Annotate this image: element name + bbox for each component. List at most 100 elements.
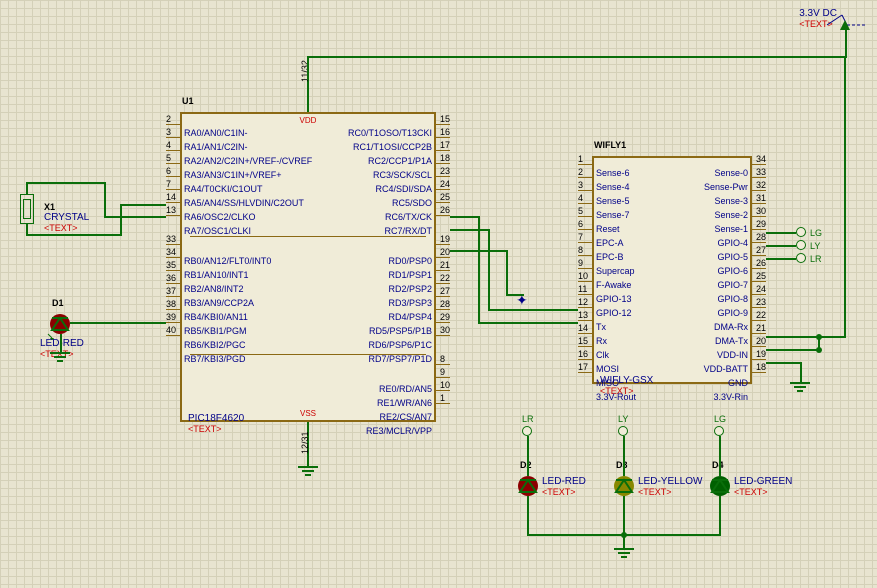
wifly-pin-name: Supercap xyxy=(596,266,635,276)
wifly-pin-name: Tx xyxy=(596,322,606,332)
wifly-left-pins: Sense-6Sense-4Sense-5Sense-7ResetEPC-AEP… xyxy=(596,166,636,404)
u1-pin-name: RA2/AN2/C2IN+/VREF-/CVREF xyxy=(184,156,312,166)
wifly-pin-name: GPIO-7 xyxy=(717,280,748,290)
wifly-pin-name: Sense-4 xyxy=(596,182,630,192)
wifly-pin-name: MISO xyxy=(596,378,619,388)
wifly-pin-name: EPC-A xyxy=(596,238,624,248)
lr-terminal-bottom[interactable] xyxy=(522,426,532,436)
wifly-pin-name: F-Awake xyxy=(596,280,631,290)
u1-part: PIC18F4620 xyxy=(188,413,244,424)
wifly-pin-name: Rx xyxy=(596,336,607,346)
wifly-pin-name: Clk xyxy=(596,350,609,360)
u1-pin-name: RA1/AN1/C2IN- xyxy=(184,142,248,152)
u1-pin-name: RC7/RX/DT xyxy=(384,226,432,236)
wifly-gnd xyxy=(790,382,810,392)
d2-text: <TEXT> xyxy=(542,487,586,497)
u1-pin-name: RA4/T0CKI/C1OUT xyxy=(184,184,263,194)
u1-pin-name: RB1/AN10/INT1 xyxy=(184,270,249,280)
u1-pin-name: RE3/MCLR/VPP xyxy=(366,426,432,436)
u1-pin-name: RC1/T1OSI/CCP2B xyxy=(353,142,432,152)
u1-pin-name: RD7/PSP7/P1D xyxy=(368,354,432,364)
u1-gnd xyxy=(298,454,318,476)
lr-label: LR xyxy=(810,254,822,264)
u1-pin-name: RB6/KBI2/PGC xyxy=(184,340,246,350)
wifly-right-pins: Sense-0Sense-PwrSense-3Sense-2Sense-1GPI… xyxy=(704,166,748,404)
wifly-pin-name: GPIO-8 xyxy=(717,294,748,304)
d2-part: LED-RED xyxy=(542,476,586,487)
d3-part: LED-YELLOW xyxy=(638,476,702,487)
u1-part-block: PIC18F4620 <TEXT> xyxy=(188,413,244,434)
u1-pin-name: RB4/KBI0/AN11 xyxy=(184,312,248,322)
lr-terminal[interactable] xyxy=(796,253,806,263)
u1-pin-name: RB2/AN8/INT2 xyxy=(184,284,244,294)
u1-text: <TEXT> xyxy=(188,424,222,434)
wifly-pin-name: DMA-Tx xyxy=(715,336,748,346)
d3-text: <TEXT> xyxy=(638,487,702,497)
crosshair-cursor: ✦ xyxy=(516,292,528,309)
ly-label-bottom: LY xyxy=(618,414,628,424)
ly-terminal-bottom[interactable] xyxy=(618,426,628,436)
u1-pin-name: RD2/PSP2 xyxy=(388,284,432,294)
wifly-pin-name: VDD-IN xyxy=(717,350,748,360)
d2-ref: D2 xyxy=(520,460,532,470)
lg-terminal-bottom[interactable] xyxy=(714,426,724,436)
ly-label: LY xyxy=(810,241,820,251)
u1-pin-name: RD4/PSP4 xyxy=(388,312,432,322)
wifly-pin-name: GND xyxy=(728,378,748,388)
wifly-pin-name: GPIO-5 xyxy=(717,252,748,262)
wifly-pin-name: Sense-Pwr xyxy=(704,182,748,192)
u1-pin-name: RE0/RD/AN5 xyxy=(379,384,432,394)
wifly-pin-name: Sense-5 xyxy=(596,196,630,206)
u1-pin-name: RD1/PSP1 xyxy=(388,270,432,280)
u1-pin-name: RE2/CS/AN7 xyxy=(379,412,432,422)
leds-gnd xyxy=(614,536,634,558)
u1-pin-name: RB0/AN12/FLT0/INT0 xyxy=(184,256,271,266)
wifly-pin-name: GPIO-12 xyxy=(596,308,632,318)
u1-chip[interactable]: U1 PIC18F4620 <TEXT> VDD VSS RA0/AN0/C1I… xyxy=(180,112,436,422)
wifly-pin-name: VDD-BATT xyxy=(704,364,748,374)
lg-label: LG xyxy=(810,228,822,238)
u1-pin-name: RC6/TX/CK xyxy=(385,212,432,222)
u1-pin-name: RC5/SDO xyxy=(392,198,432,208)
u1-pin-name: RD3/PSP3 xyxy=(388,298,432,308)
wifly-pin-name: Sense-1 xyxy=(714,224,748,234)
d1-label-block: D1 xyxy=(52,298,64,308)
wifly-pin-name: Reset xyxy=(596,224,620,234)
u1-pin-name: RC2/CCP1/P1A xyxy=(368,156,432,166)
u1-pin-name: RA0/AN0/C1IN- xyxy=(184,128,248,138)
lg-terminal[interactable] xyxy=(796,227,806,237)
d4-text: <TEXT> xyxy=(734,487,792,497)
wifly-pin-name: Sense-2 xyxy=(714,210,748,220)
u1-vdd-stub xyxy=(307,80,309,112)
u1-ref: U1 xyxy=(182,96,194,106)
wifly-pin-name: GPIO-9 xyxy=(717,308,748,318)
u1-pin-name: RC3/SCK/SCL xyxy=(373,170,432,180)
wifly-pin-name: MOSI xyxy=(596,364,619,374)
u1-pin-name: RC0/T1OSO/T13CKI xyxy=(348,128,432,138)
u1-vss-label: VSS xyxy=(300,409,316,418)
wifly-pin-name: GPIO-6 xyxy=(717,266,748,276)
u1-pin-name: RB7/KBI3/PGD xyxy=(184,354,246,364)
wifly-pin-name: 3.3V-Rout xyxy=(596,392,636,402)
d4-part: LED-GREEN xyxy=(734,476,792,487)
u1-pin-name: RD6/PSP6/P1C xyxy=(368,340,432,350)
wifly-pin-name: GPIO-4 xyxy=(717,238,748,248)
u1-pin-name: RE1/WR/AN6 xyxy=(377,398,432,408)
ly-terminal[interactable] xyxy=(796,240,806,250)
x1-text: <TEXT> xyxy=(44,223,89,233)
x1-ref: X1 xyxy=(44,202,89,212)
u1-pin-name: RB5/KBI1/PGM xyxy=(184,326,247,336)
u1-pin-name: RB3/AN9/CCP2A xyxy=(184,298,254,308)
crystal-symbol[interactable] xyxy=(20,194,34,224)
wifly-pin-name: GPIO-13 xyxy=(596,294,632,304)
wifly-chip[interactable]: WIFLY1 WIFLY-GSX <TEXT> Sense-6Sense-4Se… xyxy=(592,156,752,384)
wifly-pin-name: Sense-7 xyxy=(596,210,630,220)
u1-pin-name: RD5/PSP5/P1B xyxy=(369,326,432,336)
wifly-ref: WIFLY1 xyxy=(594,140,626,150)
x1-label-block: X1 CRYSTAL <TEXT> xyxy=(44,202,89,233)
u1-pin-name: RA3/AN3/C1IN+/VREF+ xyxy=(184,170,282,180)
wifly-pin-name: Sense-6 xyxy=(596,168,630,178)
u1-left-pins: RA0/AN0/C1IN- RA1/AN1/C2IN- RA2/AN2/C2IN+/… xyxy=(184,126,312,366)
u1-pin-name: RA5/AN4/SS/HLVDIN/C2OUT xyxy=(184,198,304,208)
lr-label-bottom: LR xyxy=(522,414,534,424)
